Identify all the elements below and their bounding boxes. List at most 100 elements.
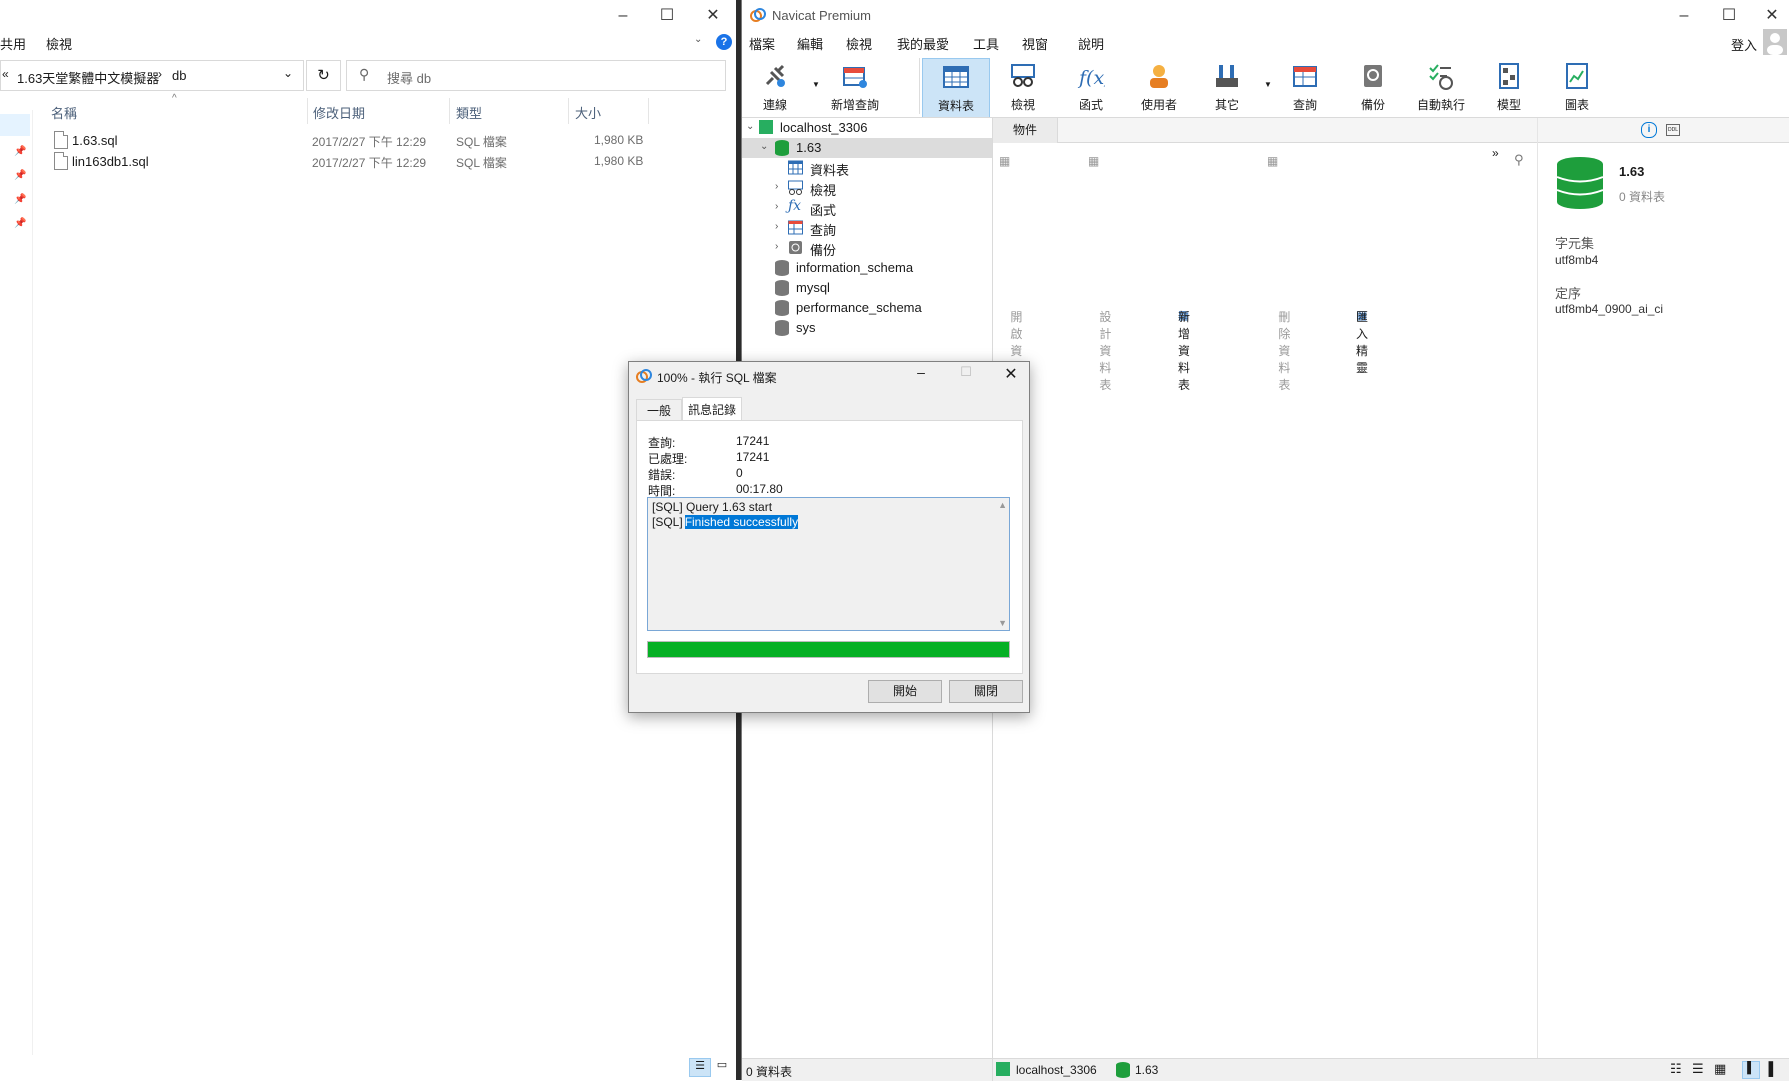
menu-file[interactable]: 檔案 [749, 34, 775, 53]
stat-processed: 17241 [736, 450, 770, 464]
tree-item-tables[interactable]: 資料表 [742, 158, 992, 178]
pin-icon: 📌 [14, 146, 27, 157]
toolbar-table-button[interactable]: 資料表 [922, 58, 990, 118]
status-bar: 0 資料表 localhost_3306 1.63 ☷ ☰ ▦ ▌ ▐ [742, 1058, 1789, 1081]
delete-table-button[interactable]: ▦ 刪除資料表 [1267, 154, 1290, 392]
menu-favorites[interactable]: 我的最愛 [897, 34, 949, 53]
maximize-button[interactable]: ☐ [650, 4, 684, 28]
toolbar-view-button[interactable]: 檢視 [990, 58, 1056, 116]
toolbar-user-button[interactable]: 使用者 [1126, 58, 1192, 116]
menu-view[interactable]: 檢視 [846, 34, 872, 53]
close-dialog-button[interactable]: 關閉 [949, 680, 1023, 703]
database-icon [1116, 1062, 1130, 1078]
nav-pane-divider [32, 110, 33, 1055]
nav-pane-selected-item[interactable] [0, 114, 30, 136]
scroll-down-icon[interactable]: ▼ [998, 618, 1007, 628]
tree-db-mysql[interactable]: mysql [742, 278, 992, 298]
tree-item-queries[interactable]: › 查詢 [742, 218, 992, 238]
file-row[interactable]: 1.63.sql 2017/2/27 下午 12:29 SQL 檔案 1,980… [44, 130, 654, 151]
breadcrumb-folder[interactable]: 1.63天堂繁體中文模擬器 [17, 68, 159, 87]
column-divider[interactable] [568, 98, 569, 124]
left-pane-toggle-icon[interactable]: ▌ [1742, 1061, 1760, 1079]
tree-item-views[interactable]: › 檢視 [742, 178, 992, 198]
search-box[interactable]: ⚲ 搜尋 db [346, 60, 726, 91]
mysql-connection-icon [759, 120, 773, 134]
tab-message-log[interactable]: 訊息記錄 [682, 397, 742, 422]
tab-panel: 查詢: 17241 已處理: 17241 錯誤: 0 時間: 00:17.80 … [636, 420, 1023, 674]
close-button[interactable]: ✕ [999, 364, 1023, 386]
file-row[interactable]: lin163db1.sql 2017/2/27 下午 12:29 SQL 檔案 … [44, 151, 654, 172]
avatar-icon[interactable] [1763, 29, 1787, 55]
more-actions-icon[interactable]: » [1492, 146, 1499, 160]
info-table-count: 0 資料表 [1619, 190, 1666, 204]
tree-db-sys[interactable]: sys [742, 318, 992, 338]
menu-help[interactable]: 說明 [1078, 34, 1104, 53]
design-table-button[interactable]: ▦ 設計資料表 [1088, 154, 1111, 392]
tab-general[interactable]: 一般 [636, 399, 682, 422]
database-icon [775, 260, 789, 276]
breadcrumb-current[interactable]: db [172, 68, 186, 83]
menu-window[interactable]: 視窗 [1022, 34, 1048, 53]
dropdown-arrow-icon[interactable]: ▼ [1264, 80, 1272, 89]
tree-database-selected[interactable]: ⌄ 1.63 [742, 138, 992, 158]
sort-asc-icon: ^ [172, 93, 177, 104]
minimize-button[interactable]: – [1667, 4, 1701, 28]
toolbar-automation-button[interactable]: 自動執行 [1408, 58, 1474, 116]
toolbar-new-query-button[interactable]: 新增查詢 [822, 58, 888, 116]
right-pane-toggle-icon[interactable]: ▐ [1764, 1061, 1773, 1076]
toolbar-connection-button[interactable]: 連線 [742, 58, 808, 116]
minimize-button[interactable]: – [909, 364, 933, 386]
refresh-icon[interactable]: ↻ [306, 60, 341, 91]
search-icon[interactable]: ⚲ [1514, 152, 1524, 168]
scroll-up-icon[interactable]: ▲ [998, 500, 1007, 510]
column-divider[interactable] [449, 98, 450, 124]
column-divider[interactable] [307, 98, 308, 124]
menu-tools[interactable]: 工具 [973, 34, 999, 53]
login-link[interactable]: 登入 [1731, 35, 1757, 54]
grid-view-icon[interactable]: ▦ [1714, 1061, 1726, 1077]
col-type[interactable]: 類型 [456, 103, 482, 122]
col-name[interactable]: 名稱 [51, 103, 77, 122]
stat-errors: 0 [736, 466, 743, 480]
col-size[interactable]: 大小 [575, 103, 601, 122]
details-view-icon[interactable]: ☰ [689, 1058, 711, 1077]
ddl-icon[interactable]: DDL [1666, 124, 1680, 136]
tree-db-information-schema[interactable]: information_schema [742, 258, 992, 278]
open-table-button[interactable]: ▦ 開啟資料表 [999, 154, 1022, 392]
toolbar-model-button[interactable]: 模型 [1476, 58, 1542, 116]
info-icon[interactable]: i [1641, 122, 1657, 138]
address-dropdown-icon[interactable]: ⌄ [283, 66, 293, 80]
detail-view-icon[interactable]: ☰ [1692, 1061, 1704, 1077]
tree-item-functions[interactable]: › ƒx 函式 [742, 198, 992, 218]
menu-edit[interactable]: 編輯 [797, 34, 823, 53]
close-button[interactable]: ✕ [696, 4, 730, 28]
list-view-icon[interactable]: ☷ [1670, 1061, 1682, 1077]
column-divider[interactable] [648, 98, 649, 124]
toolbar-backup-button[interactable]: 備份 [1340, 58, 1406, 116]
chevron-down-icon[interactable]: ⌄ [694, 34, 702, 45]
col-date[interactable]: 修改日期 [313, 103, 365, 122]
toolbar-chart-button[interactable]: 圖表 [1544, 58, 1610, 116]
log-textarea[interactable]: [SQL] Query 1.63 start [SQL] Finished suc… [647, 497, 1010, 631]
toolbar-function-button[interactable]: f(x) 函式 [1058, 58, 1124, 116]
tab-objects[interactable]: 物件 [993, 118, 1058, 143]
start-button[interactable]: 開始 [868, 680, 942, 703]
minimize-button[interactable]: – [606, 4, 640, 28]
toolbar-other-button[interactable]: 其它 [1194, 58, 1260, 116]
maximize-button[interactable]: ☐ [1712, 4, 1746, 28]
tree-db-performance-schema[interactable]: performance_schema [742, 298, 992, 318]
large-icons-view-icon[interactable]: ▭ [713, 1058, 731, 1075]
tree-item-backups[interactable]: › 備份 [742, 238, 992, 258]
query-icon [1293, 66, 1317, 87]
menu-share[interactable]: 共用 [0, 34, 26, 53]
help-icon[interactable]: ? [716, 34, 732, 50]
address-bar[interactable]: « 1.63天堂繁體中文模擬器 › db ⌄ [0, 60, 304, 91]
menu-view[interactable]: 檢視 [46, 34, 72, 53]
tree-connection[interactable]: ⌄ localhost_3306 [742, 118, 992, 138]
pin-icon: 📌 [14, 218, 27, 229]
close-button[interactable]: ✕ [1755, 4, 1789, 28]
search-input-placeholder[interactable]: 搜尋 db [387, 68, 431, 87]
toolbar-query-button[interactable]: 查詢 [1272, 58, 1338, 116]
file-name: 1.63.sql [72, 133, 118, 148]
dropdown-arrow-icon[interactable]: ▼ [812, 80, 820, 89]
